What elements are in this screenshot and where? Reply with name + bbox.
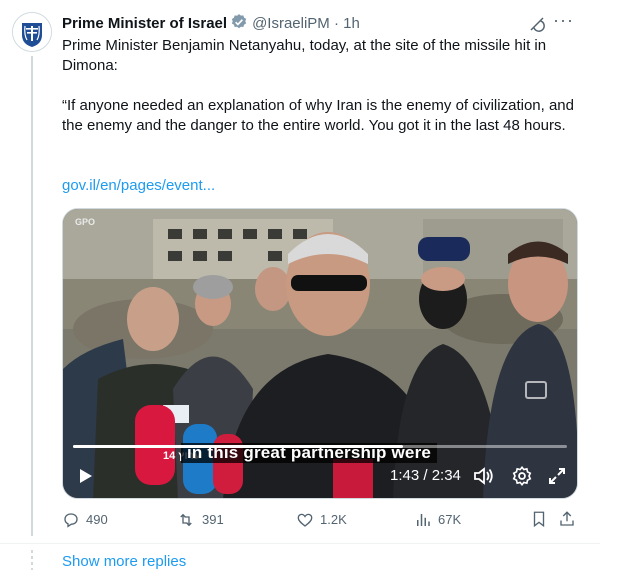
share-icon	[560, 511, 574, 526]
repost-count: 391	[202, 512, 224, 527]
reply-count: 490	[86, 512, 108, 527]
reply-icon	[64, 513, 78, 528]
video-player[interactable]: ערוץ 14 GPO in this great partnership we…	[62, 208, 578, 499]
tweet-time[interactable]: 1h	[343, 15, 360, 32]
show-more-replies-link[interactable]: Show more replies	[62, 553, 186, 571]
views-button[interactable]: 67K	[414, 510, 461, 530]
video-controls: 1:43 / 2:34	[63, 454, 577, 498]
tweet-link[interactable]: gov.il/en/pages/event...	[62, 176, 215, 196]
tweet[interactable]: Prime Minister of Israel @IsraeliPM · 1h …	[0, 0, 600, 544]
video-timecode: 1:43 / 2:34	[390, 467, 461, 484]
avatar[interactable]	[12, 12, 52, 52]
author-name[interactable]: Prime Minister of Israel	[62, 15, 227, 32]
author-handle[interactable]: @IsraeliPM	[252, 15, 330, 32]
video-progress-bar[interactable]	[73, 445, 567, 448]
views-icon	[417, 514, 430, 526]
tweet-text: Prime Minister Benjamin Netanyahu, today…	[62, 37, 574, 134]
reply-button[interactable]: 490	[62, 510, 108, 530]
israel-emblem-icon	[13, 13, 51, 51]
video-progress-fill	[73, 445, 404, 448]
tweet-header: Prime Minister of Israel @IsraeliPM · 1h	[62, 13, 590, 35]
like-button[interactable]: 1.2K	[296, 510, 347, 530]
more-icon[interactable]: ···	[553, 10, 574, 31]
verified-badge-icon	[230, 13, 248, 37]
show-more-row: Show more replies	[0, 544, 600, 571]
grok-icon[interactable]	[528, 15, 546, 38]
settings-icon[interactable]	[511, 465, 533, 492]
play-icon[interactable]	[75, 466, 95, 491]
picture-in-picture-icon[interactable]	[525, 381, 547, 399]
like-icon	[297, 513, 313, 527]
video-watermark: GPO	[75, 217, 96, 227]
repost-icon	[180, 513, 192, 527]
views-count: 67K	[438, 512, 462, 527]
bookmark-button[interactable]	[530, 510, 548, 528]
repost-button[interactable]: 391	[176, 510, 224, 530]
bookmark-icon	[533, 511, 545, 528]
thread-line	[31, 56, 33, 536]
volume-icon[interactable]	[473, 466, 495, 491]
like-count: 1.2K	[320, 512, 347, 527]
fullscreen-icon[interactable]	[547, 466, 567, 491]
share-button[interactable]	[558, 510, 576, 528]
thread-dots	[31, 550, 33, 570]
separator-dot: ·	[333, 15, 339, 32]
tweet-actions: 490 391 1.2K 67K	[62, 510, 582, 534]
